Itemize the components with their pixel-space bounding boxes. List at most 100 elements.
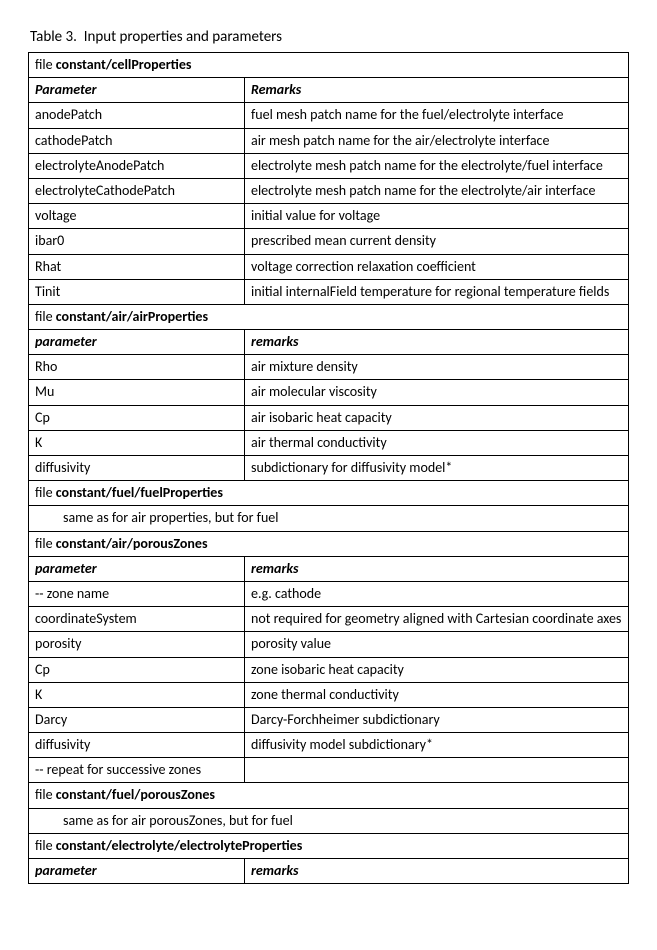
table-row: -- repeat for successive zones xyxy=(29,758,629,783)
section-note-row: same as for air porousZones, but for fue… xyxy=(29,808,629,833)
remark-cell: electrolyte mesh patch name for the elec… xyxy=(245,153,629,178)
file-label: file xyxy=(35,56,56,73)
section-header-cell: file constant/fuel/fuelProperties xyxy=(29,481,629,506)
table-row: cathodePatchair mesh patch name for the … xyxy=(29,128,629,153)
file-label: file xyxy=(35,535,56,552)
table-caption: Table 3. Input properties and parameters xyxy=(28,28,629,46)
remark-cell: zone thermal conductivity xyxy=(245,682,629,707)
column-header-remark: Remarks xyxy=(245,78,629,103)
file-label: file xyxy=(35,786,56,803)
section-note-text: same as for air porousZones, but for fue… xyxy=(35,812,293,829)
param-cell: coordinateSystem xyxy=(29,607,245,632)
column-header-remark: remarks xyxy=(245,859,629,884)
param-cell: electrolyteAnodePatch xyxy=(29,153,245,178)
file-path: constant/fuel/porousZones xyxy=(56,786,215,803)
section-header-row: file constant/fuel/fuelProperties xyxy=(29,481,629,506)
file-path: constant/air/porousZones xyxy=(56,535,208,552)
table-row: Tinitinitial internalField temperature f… xyxy=(29,279,629,304)
caption-text: Input properties and parameters xyxy=(84,28,282,46)
column-header-param: Parameter xyxy=(29,78,245,103)
table-row: Kair thermal conductivity xyxy=(29,430,629,455)
table-row: coordinateSystemnot required for geometr… xyxy=(29,607,629,632)
table-row: Cpair isobaric heat capacity xyxy=(29,405,629,430)
column-header-row: parameterremarks xyxy=(29,556,629,581)
param-cell: Darcy xyxy=(29,707,245,732)
section-header-cell: file constant/electrolyte/electrolytePro… xyxy=(29,833,629,858)
remark-cell: fuel mesh patch name for the fuel/electr… xyxy=(245,103,629,128)
remark-cell: Darcy-Forchheimer subdictionary xyxy=(245,707,629,732)
section-header-cell: file constant/air/porousZones xyxy=(29,531,629,556)
table-row: diffusivitysubdictionary for diffusivity… xyxy=(29,456,629,481)
table-row: ibar0prescribed mean current density xyxy=(29,229,629,254)
file-label: file xyxy=(35,484,56,501)
file-path: constant/cellProperties xyxy=(56,56,192,73)
section-header-row: file constant/air/airProperties xyxy=(29,304,629,329)
param-cell: anodePatch xyxy=(29,103,245,128)
remark-cell: air molecular viscosity xyxy=(245,380,629,405)
param-cell: -- repeat for successive zones xyxy=(29,758,245,783)
param-cell: Rho xyxy=(29,355,245,380)
param-cell: ibar0 xyxy=(29,229,245,254)
section-header-cell: file constant/air/airProperties xyxy=(29,304,629,329)
column-header-remark: remarks xyxy=(245,330,629,355)
param-cell: K xyxy=(29,430,245,455)
table-row: porosityporosity value xyxy=(29,632,629,657)
file-label: file xyxy=(35,308,56,325)
section-header-row: file constant/cellProperties xyxy=(29,53,629,78)
table-row: diffusivitydiffusivity model subdictiona… xyxy=(29,733,629,758)
column-header-row: parameterremarks xyxy=(29,330,629,355)
table-row: electrolyteCathodePatchelectrolyte mesh … xyxy=(29,178,629,203)
remark-cell: prescribed mean current density xyxy=(245,229,629,254)
section-note-row: same as for air properties, but for fuel xyxy=(29,506,629,531)
table-row: Cpzone isobaric heat capacity xyxy=(29,657,629,682)
table-row: Rhoair mixture density xyxy=(29,355,629,380)
param-cell: Tinit xyxy=(29,279,245,304)
caption-prefix: Table 3. xyxy=(30,28,77,46)
section-header-row: file constant/fuel/porousZones xyxy=(29,783,629,808)
param-cell: Cp xyxy=(29,405,245,430)
remark-cell: porosity value xyxy=(245,632,629,657)
param-cell: diffusivity xyxy=(29,733,245,758)
section-header-row: file constant/air/porousZones xyxy=(29,531,629,556)
section-header-cell: file constant/fuel/porousZones xyxy=(29,783,629,808)
section-note-text: same as for air properties, but for fuel xyxy=(35,509,279,526)
table-row: voltageinitial value for voltage xyxy=(29,204,629,229)
param-cell: Cp xyxy=(29,657,245,682)
param-cell: Mu xyxy=(29,380,245,405)
column-header-row: parameterremarks xyxy=(29,859,629,884)
section-note-cell: same as for air porousZones, but for fue… xyxy=(29,808,629,833)
remark-cell: electrolyte mesh patch name for the elec… xyxy=(245,178,629,203)
table-row: anodePatchfuel mesh patch name for the f… xyxy=(29,103,629,128)
remark-cell: air thermal conductivity xyxy=(245,430,629,455)
table-row: -- zone namee.g. cathode xyxy=(29,581,629,606)
file-label: file xyxy=(35,837,56,854)
file-path: constant/electrolyte/electrolyteProperti… xyxy=(56,837,303,854)
remark-cell: initial value for voltage xyxy=(245,204,629,229)
param-cell: voltage xyxy=(29,204,245,229)
param-cell: electrolyteCathodePatch xyxy=(29,178,245,203)
param-cell: Rhat xyxy=(29,254,245,279)
remark-cell: air mesh patch name for the air/electrol… xyxy=(245,128,629,153)
table-row: electrolyteAnodePatchelectrolyte mesh pa… xyxy=(29,153,629,178)
param-cell: -- zone name xyxy=(29,581,245,606)
param-cell: cathodePatch xyxy=(29,128,245,153)
remark-cell: zone isobaric heat capacity xyxy=(245,657,629,682)
properties-table: file constant/cellPropertiesParameterRem… xyxy=(28,52,629,884)
remark-cell: initial internalField temperature for re… xyxy=(245,279,629,304)
column-header-param: parameter xyxy=(29,859,245,884)
file-path: constant/air/airProperties xyxy=(56,308,208,325)
table-row: Muair molecular viscosity xyxy=(29,380,629,405)
param-cell: diffusivity xyxy=(29,456,245,481)
section-header-row: file constant/electrolyte/electrolytePro… xyxy=(29,833,629,858)
remark-cell: e.g. cathode xyxy=(245,581,629,606)
remark-cell: subdictionary for diffusivity model* xyxy=(245,456,629,481)
remark-cell: diffusivity model subdictionary* xyxy=(245,733,629,758)
remark-cell: voltage correction relaxation coefficien… xyxy=(245,254,629,279)
remark-cell: not required for geometry aligned with C… xyxy=(245,607,629,632)
table-row: Kzone thermal conductivity xyxy=(29,682,629,707)
table-row: DarcyDarcy-Forchheimer subdictionary xyxy=(29,707,629,732)
column-header-param: parameter xyxy=(29,330,245,355)
section-note-cell: same as for air properties, but for fuel xyxy=(29,506,629,531)
remark-cell: air isobaric heat capacity xyxy=(245,405,629,430)
section-header-cell: file constant/cellProperties xyxy=(29,53,629,78)
